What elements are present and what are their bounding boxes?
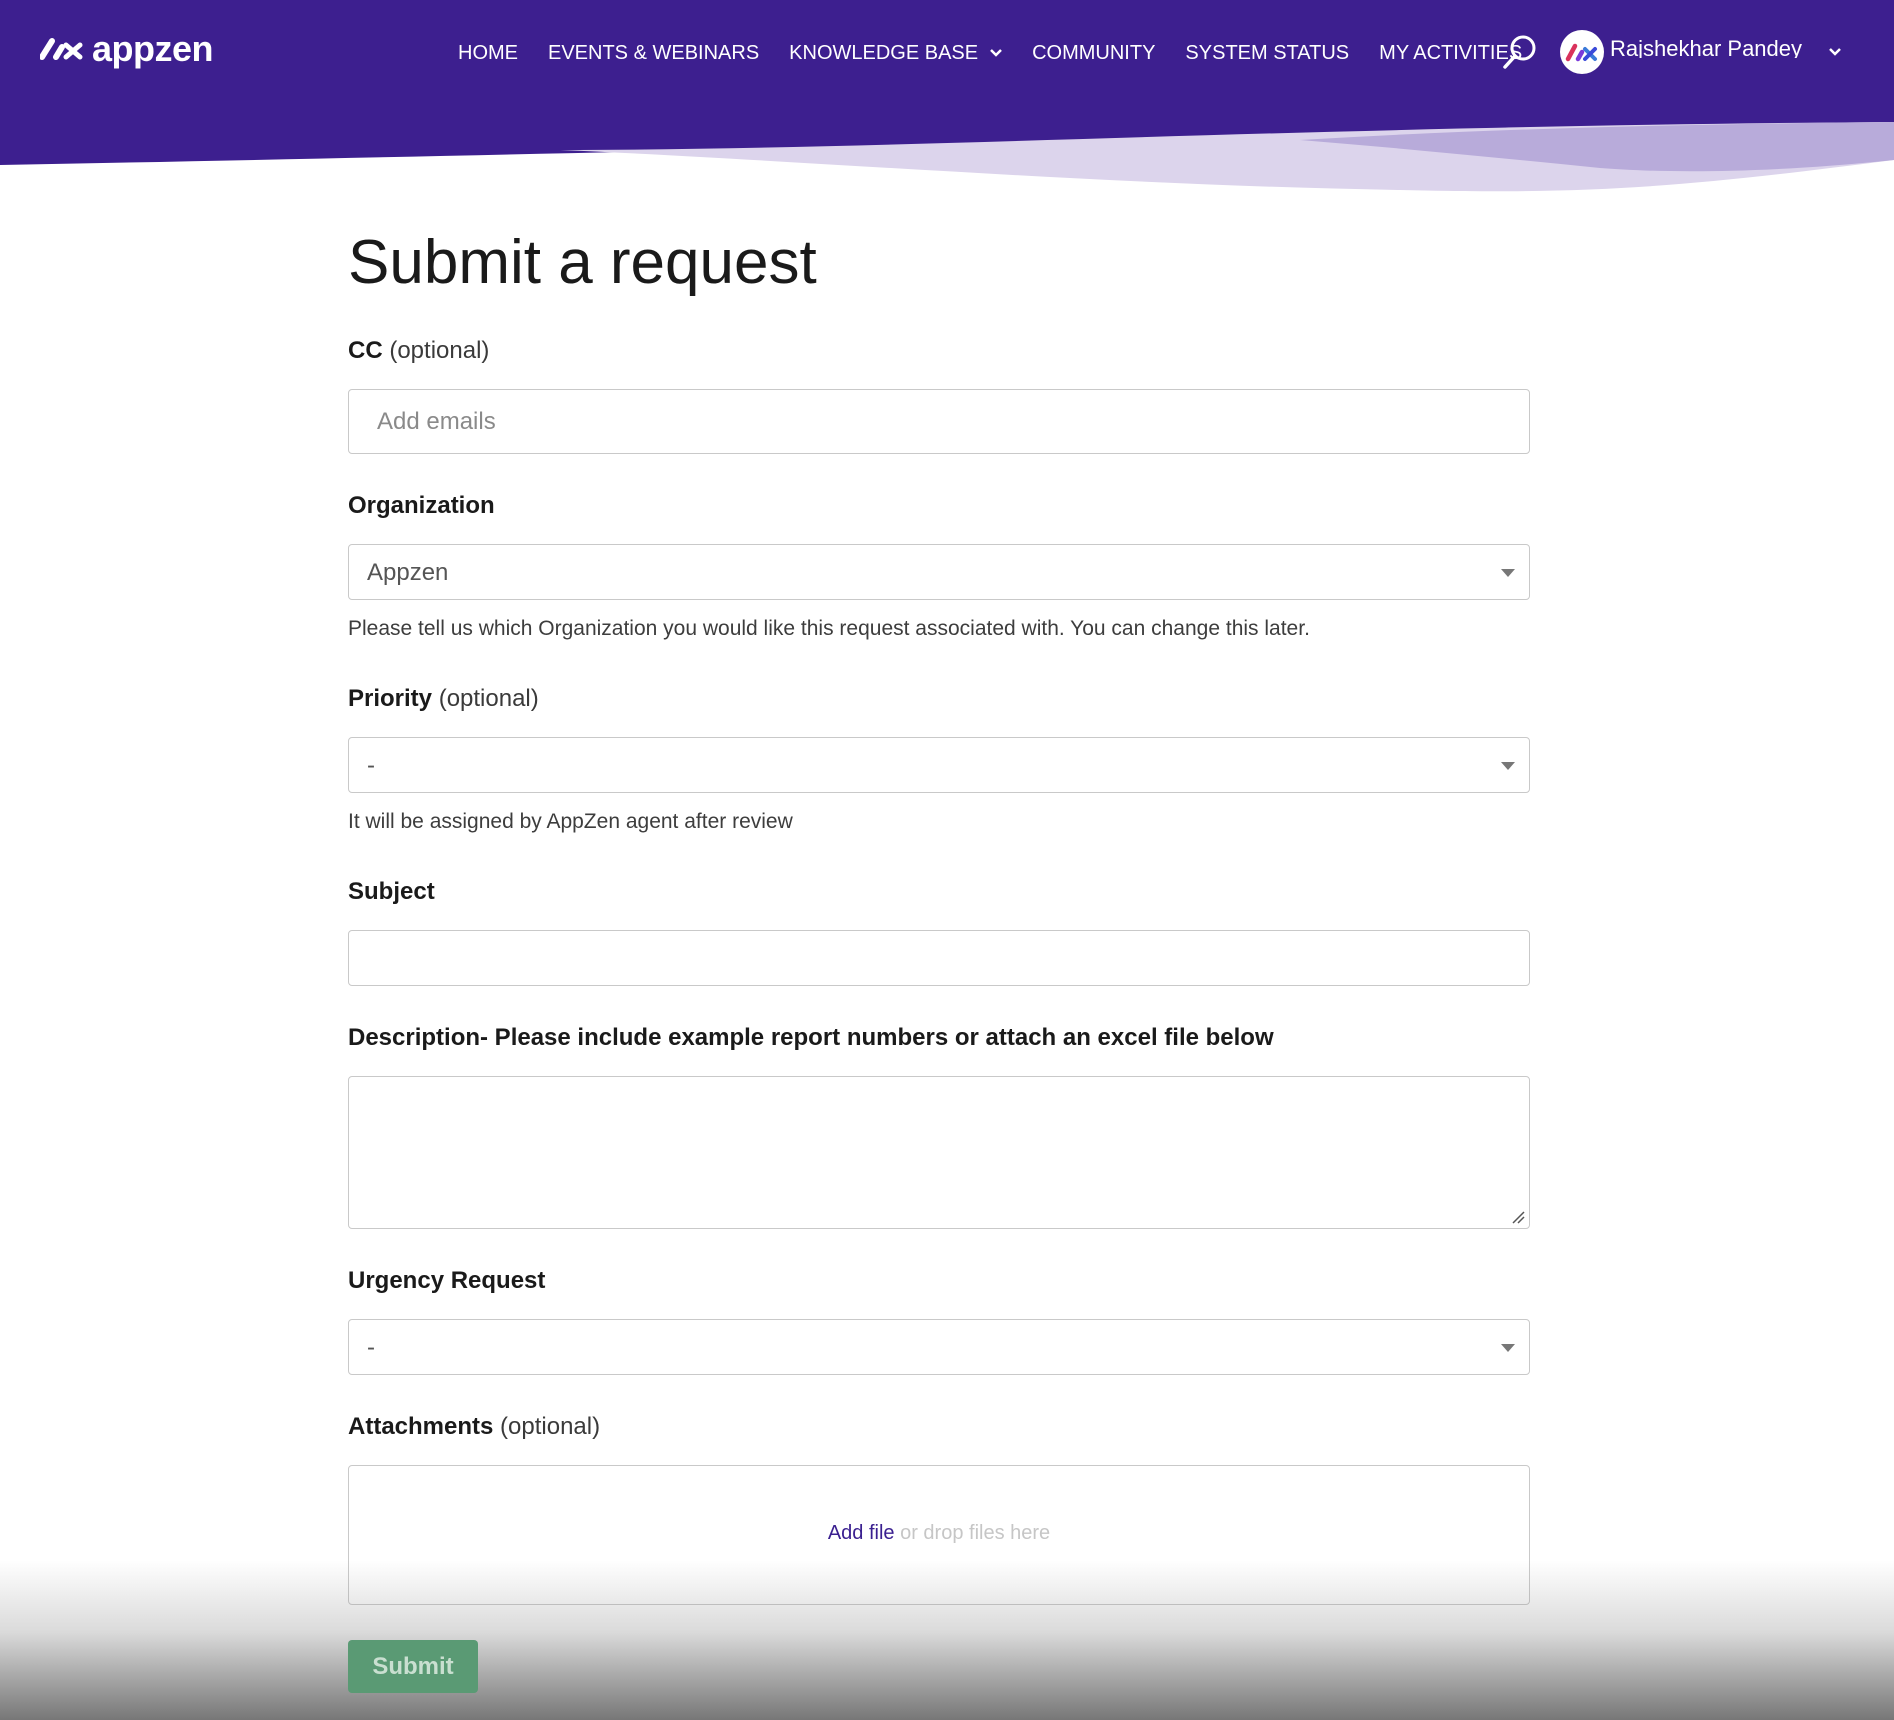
priority-value: - [367, 752, 375, 779]
caret-down-icon [1501, 762, 1515, 770]
cc-placeholder: Add emails [377, 408, 496, 435]
priority-hint: It will be assigned by AppZen agent afte… [348, 810, 793, 833]
attachments-label-text: Attachments [348, 1413, 494, 1440]
cc-label: CC (optional) [348, 337, 489, 365]
subject-label: Subject [348, 878, 435, 905]
description-label: Description- Please include example repo… [348, 1024, 1274, 1051]
organization-label: Organization [348, 492, 495, 519]
request-form: Submit a request CC (optional) Add email… [348, 225, 1532, 1605]
optional-tag: (optional) [389, 337, 490, 364]
optional-tag: (optional) [438, 685, 539, 712]
attachments-label: Attachments (optional) [348, 1413, 600, 1441]
nav-item-home[interactable]: HOME [458, 42, 518, 65]
subject-input[interactable] [348, 930, 1530, 986]
priority-label-text: Priority [348, 685, 433, 712]
caret-down-icon [1501, 569, 1515, 577]
nav-item-label: KNOWLEDGE BASE [789, 41, 979, 64]
cc-label-text: CC [348, 337, 383, 364]
nav-item-label: HOME [458, 41, 518, 64]
organization-hint: Please tell us which Organization you wo… [348, 617, 1310, 640]
dropzone-text: Add file or drop files here [349, 1522, 1529, 1545]
main-nav: HOME EVENTS & WEBINARS KNOWLEDGE BASE CO… [458, 38, 1552, 68]
organization-select[interactable]: Appzen [348, 544, 1530, 600]
optional-tag: (optional) [500, 1413, 601, 1440]
appzen-avatar-icon [1565, 43, 1597, 62]
cc-email-field[interactable]: Add emails [348, 389, 1530, 454]
urgency-select[interactable]: - [348, 1319, 1530, 1375]
nav-item-system-status[interactable]: SYSTEM STATUS [1185, 42, 1349, 65]
site-header: appzen HOME EVENTS & WEBINARS KNOWLEDGE … [0, 0, 1894, 200]
chevron-down-icon[interactable] [1829, 48, 1841, 56]
search-icon[interactable] [1500, 32, 1540, 72]
priority-label: Priority (optional) [348, 685, 539, 713]
nav-item-events-webinars[interactable]: EVENTS & WEBINARS [548, 42, 759, 65]
attachments-dropzone[interactable]: Add file or drop files here [348, 1465, 1530, 1605]
add-file-link[interactable]: Add file [828, 1522, 895, 1544]
nav-item-label: SYSTEM STATUS [1185, 41, 1350, 64]
nav-item-knowledge-base[interactable]: KNOWLEDGE BASE [789, 42, 1002, 65]
submit-button[interactable]: Submit [348, 1640, 478, 1693]
drop-files-hint: or drop files here [894, 1522, 1051, 1544]
appzen-logo-icon [40, 38, 83, 60]
nav-item-label: COMMUNITY [1032, 41, 1156, 64]
nav-item-community[interactable]: COMMUNITY [1032, 42, 1155, 65]
caret-down-icon [1501, 1344, 1515, 1352]
urgency-value: - [367, 1334, 375, 1361]
user-menu[interactable]: Rajshekhar Pandey [1560, 30, 1841, 74]
resize-handle-icon[interactable] [1511, 1210, 1525, 1224]
chevron-down-icon[interactable] [990, 49, 1002, 57]
nav-item-label: EVENTS & WEBINARS [548, 41, 760, 64]
description-textarea[interactable] [348, 1076, 1530, 1229]
organization-value: Appzen [367, 559, 449, 586]
page-title: Submit a request [348, 228, 817, 297]
page: appzen HOME EVENTS & WEBINARS KNOWLEDGE … [0, 0, 1894, 1720]
avatar[interactable] [1560, 30, 1604, 74]
user-name[interactable]: Rajshekhar Pandey [1610, 36, 1815, 59]
priority-select[interactable]: - [348, 737, 1530, 793]
appzen-logo[interactable]: appzen [40, 28, 214, 70]
logo-text: appzen [92, 28, 214, 69]
urgency-label: Urgency Request [348, 1267, 546, 1294]
